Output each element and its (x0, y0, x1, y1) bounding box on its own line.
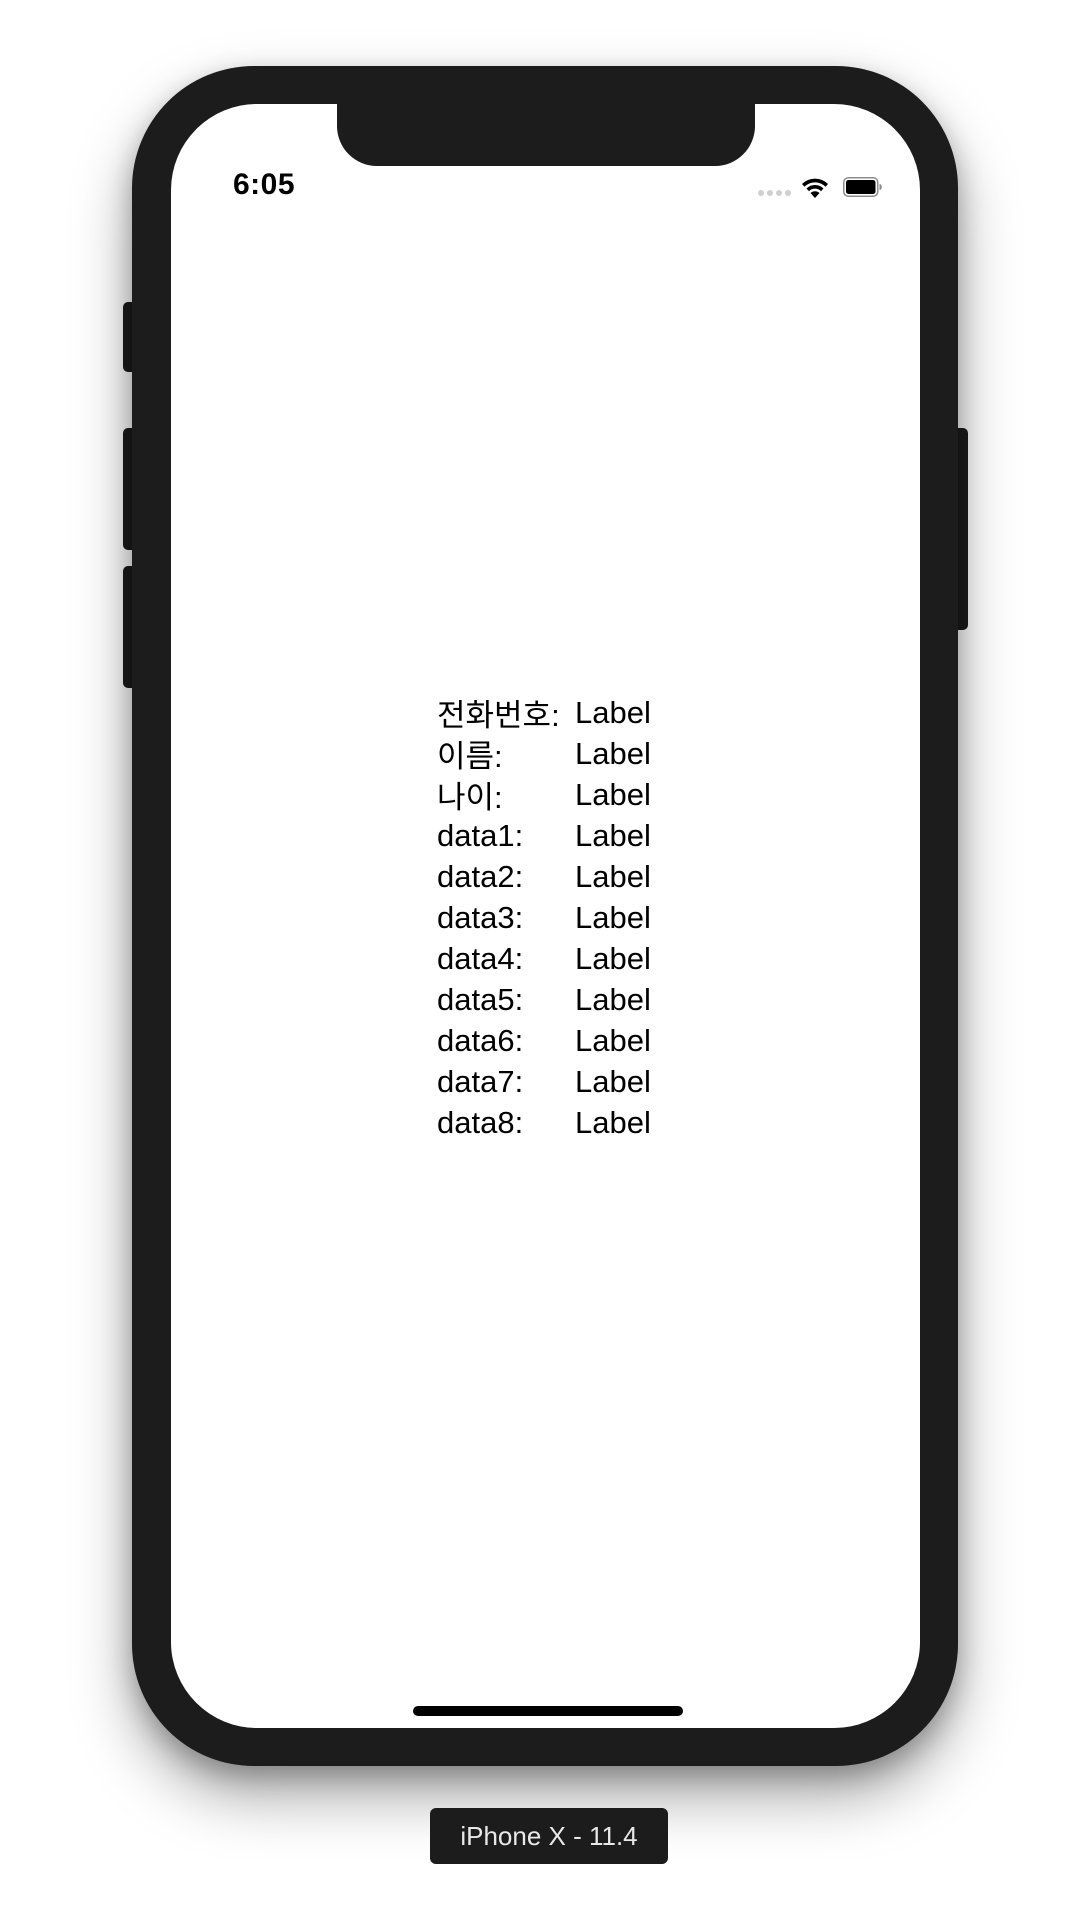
data7-key: data7: (437, 1063, 524, 1099)
device-screen: 6:05 전화번호: Label 이름: Label 나이: Label dat… (171, 104, 920, 1728)
info-row-age: 나이: Label (437, 774, 651, 816)
info-row-data2: data2: Label (437, 856, 651, 897)
data2-value: Label (575, 858, 651, 894)
data4-key: data4: (437, 940, 524, 976)
wifi-icon (802, 178, 828, 198)
name-value: Label (575, 735, 651, 771)
data8-key: data8: (437, 1104, 524, 1140)
data7-value: Label (575, 1063, 651, 1099)
data4-value: Label (575, 940, 651, 976)
data2-key: data2: (437, 858, 524, 894)
data3-key: data3: (437, 899, 524, 935)
data8-value: Label (575, 1104, 651, 1140)
info-row-data3: data3: Label (437, 897, 651, 938)
age-key: 나이: (437, 780, 503, 815)
status-bar-time: 6:05 (233, 168, 296, 201)
info-list: 전화번호: Label 이름: Label 나이: Label data1: L… (437, 692, 651, 1143)
data6-key: data6: (437, 1022, 524, 1058)
data1-value: Label (575, 817, 651, 853)
name-key: 이름: (437, 739, 503, 774)
info-row-data7: data7: Label (437, 1061, 651, 1102)
phone-number-key: 전화번호: (437, 698, 560, 733)
data5-value: Label (575, 981, 651, 1017)
info-row-data8: data8: Label (437, 1102, 651, 1143)
info-row-data5: data5: Label (437, 979, 651, 1020)
info-row-data1: data1: Label (437, 815, 651, 856)
data6-value: Label (575, 1022, 651, 1058)
battery-icon (843, 177, 882, 197)
device-frame: 6:05 전화번호: Label 이름: Label 나이: Label dat… (132, 66, 958, 1766)
notch (337, 104, 755, 166)
info-row-phone: 전화번호: Label (437, 692, 651, 734)
info-row-data6: data6: Label (437, 1020, 651, 1061)
device-name-label: iPhone X - 11.4 (430, 1808, 668, 1864)
phone-number-value: Label (575, 694, 651, 730)
cellular-signal-icon (758, 190, 791, 196)
home-indicator[interactable] (413, 1706, 683, 1716)
data5-key: data5: (437, 981, 524, 1017)
data1-key: data1: (437, 817, 524, 853)
info-row-data4: data4: Label (437, 938, 651, 979)
info-row-name: 이름: Label (437, 733, 651, 775)
age-value: Label (575, 776, 651, 812)
simulator-window: 6:05 전화번호: Label 이름: Label 나이: Label dat… (0, 0, 1090, 1928)
data3-value: Label (575, 899, 651, 935)
